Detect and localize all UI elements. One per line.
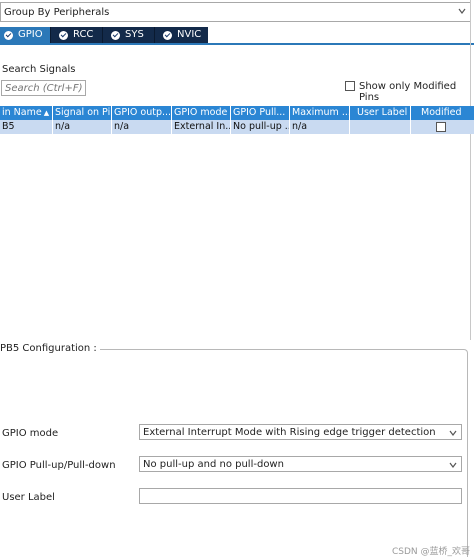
check-circle-icon <box>163 30 172 40</box>
chevron-down-icon <box>449 430 457 436</box>
modified-checkbox[interactable] <box>436 122 446 132</box>
cell-max-speed: n/a <box>290 120 350 134</box>
column-header-signal[interactable]: Signal on Pin <box>53 106 112 120</box>
show-modified-checkbox[interactable] <box>345 81 355 91</box>
check-circle-icon <box>59 30 68 40</box>
cell-gpio-pull: No pull-up ... <box>233 120 290 134</box>
tab-underline <box>0 43 474 45</box>
column-header-gpio-output[interactable]: GPIO outp... <box>112 106 172 120</box>
column-header-user-label[interactable]: User Label <box>350 106 411 120</box>
group-by-value: Group By Peripherals <box>4 7 110 18</box>
tab-gpio[interactable]: GPIO <box>0 27 50 43</box>
chevron-down-icon <box>449 462 457 468</box>
tab-rcc-label: RCC <box>73 29 94 40</box>
cell-signal: n/a <box>53 120 112 134</box>
configuration-title: PB5 Configuration : <box>0 343 100 354</box>
show-modified-label: Show only Modified Pins <box>359 81 457 103</box>
column-header-gpio-mode[interactable]: GPIO mode <box>172 106 231 120</box>
peripheral-tab-bar: GPIO RCC SYS NVIC <box>0 27 208 43</box>
gpio-mode-value: External Interrupt Mode with Rising edge… <box>143 427 436 438</box>
cell-user-label <box>350 120 411 134</box>
tab-sys-label: SYS <box>125 29 144 40</box>
user-label-label: User Label <box>2 492 55 503</box>
tab-nvic-label: NVIC <box>177 29 202 40</box>
gpio-pull-value: No pull-up and no pull-down <box>143 459 284 470</box>
group-by-select[interactable]: Group By Peripherals <box>0 2 471 22</box>
tab-gpio-label: GPIO <box>18 29 43 40</box>
cell-gpio-output: n/a <box>112 120 172 134</box>
configuration-panel <box>0 349 468 557</box>
tab-sys[interactable]: SYS <box>103 27 154 43</box>
column-header-gpio-pull[interactable]: GPIO Pull... <box>231 106 290 120</box>
column-header-pin-name[interactable]: in Name ▲ <box>0 106 53 120</box>
table-header: in Name ▲ Signal on Pin GPIO outp... GPIO… <box>0 106 474 120</box>
table-row[interactable]: B5 n/a n/a External In... No pull-up ...… <box>0 120 474 134</box>
gpio-mode-select[interactable]: External Interrupt Mode with Rising edge… <box>139 424 462 440</box>
tab-rcc[interactable]: RCC <box>51 27 102 43</box>
cell-gpio-mode: External In... <box>174 120 231 134</box>
chevron-down-icon <box>458 8 466 14</box>
search-input[interactable] <box>1 80 86 96</box>
gpio-pull-label: GPIO Pull-up/Pull-down <box>2 460 116 471</box>
search-signals-label: Search Signals <box>2 64 76 75</box>
panel-edge <box>470 0 471 340</box>
user-label-input[interactable] <box>139 488 462 504</box>
gpio-pull-select[interactable]: No pull-up and no pull-down <box>139 456 462 472</box>
watermark: CSDN @蓝桥_欢哥 <box>391 547 470 557</box>
tab-nvic[interactable]: NVIC <box>155 27 208 43</box>
check-circle-icon <box>4 30 13 40</box>
check-circle-icon <box>111 30 120 40</box>
column-header-max-speed[interactable]: Maximum ... <box>290 106 350 120</box>
cell-pin-name: B5 <box>0 120 53 134</box>
sort-up-icon: ▲ <box>43 109 50 117</box>
column-header-modified[interactable]: Modified <box>411 106 474 120</box>
gpio-mode-label: GPIO mode <box>2 428 59 439</box>
